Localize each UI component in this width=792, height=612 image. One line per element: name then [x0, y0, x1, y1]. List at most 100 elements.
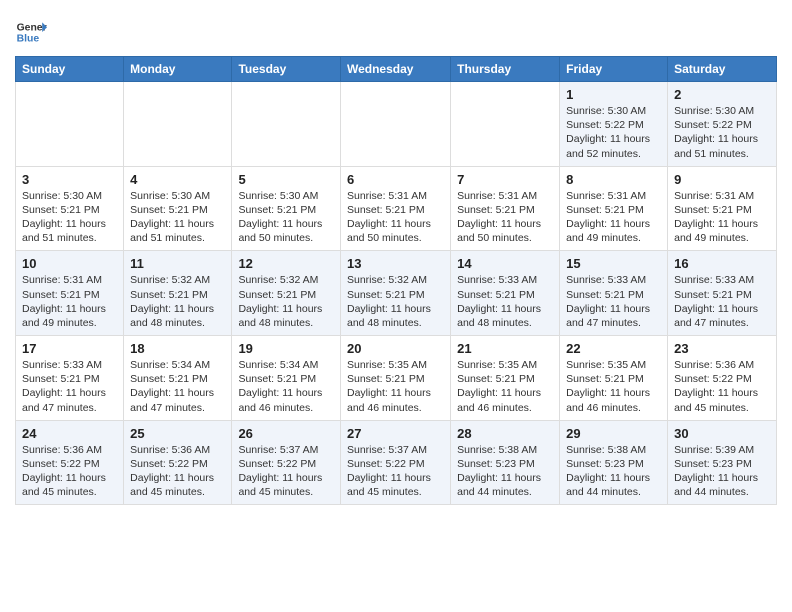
- calendar-cell: [16, 82, 124, 167]
- day-number: 6: [347, 172, 444, 187]
- calendar-cell: 4 Sunrise: 5:30 AM Sunset: 5:21 PM Daylig…: [124, 166, 232, 251]
- day-number: 29: [566, 426, 661, 441]
- day-number: 16: [674, 256, 770, 271]
- day-info: Sunrise: 5:32 AM Sunset: 5:21 PM Dayligh…: [130, 273, 225, 330]
- calendar-cell: 20 Sunrise: 5:35 AM Sunset: 5:21 PM Dayli…: [340, 336, 450, 421]
- day-number: 30: [674, 426, 770, 441]
- day-number: 13: [347, 256, 444, 271]
- calendar-cell: 18Sunrise: 5:34 AM Sunset: 5:21 PM Dayli…: [124, 336, 232, 421]
- day-number: 8: [566, 172, 661, 187]
- calendar-cell: 30 Sunrise: 5:39 AM Sunset: 5:23 PM Dayli…: [668, 420, 777, 505]
- day-info: Sunrise: 5:36 AM Sunset: 5:22 PM Dayligh…: [674, 358, 770, 415]
- day-info: Sunrise: 5:37 AM Sunset: 5:22 PM Dayligh…: [238, 443, 334, 500]
- col-header-thursday: Thursday: [451, 57, 560, 82]
- calendar-cell: 3 Sunrise: 5:30 AM Sunset: 5:21 PM Daylig…: [16, 166, 124, 251]
- day-info: Sunrise: 5:33 AM Sunset: 5:21 PM Dayligh…: [22, 358, 117, 415]
- calendar-cell: 21 Sunrise: 5:35 AM Sunset: 5:21 PM Dayli…: [451, 336, 560, 421]
- calendar-cell: 24 Sunrise: 5:36 AM Sunset: 5:22 PM Dayli…: [16, 420, 124, 505]
- calendar-cell: [451, 82, 560, 167]
- calendar-cell: 6Sunrise: 5:31 AM Sunset: 5:21 PM Daylig…: [340, 166, 450, 251]
- day-info: Sunrise: 5:38 AM Sunset: 5:23 PM Dayligh…: [566, 443, 661, 500]
- calendar-cell: 12 Sunrise: 5:32 AM Sunset: 5:21 PM Dayli…: [232, 251, 341, 336]
- calendar-cell: 7 Sunrise: 5:31 AM Sunset: 5:21 PM Daylig…: [451, 166, 560, 251]
- calendar-cell: 9 Sunrise: 5:31 AM Sunset: 5:21 PM Daylig…: [668, 166, 777, 251]
- calendar-cell: 1 Sunrise: 5:30 AM Sunset: 5:22 PM Daylig…: [560, 82, 668, 167]
- day-number: 19: [238, 341, 334, 356]
- day-number: 7: [457, 172, 553, 187]
- day-number: 21: [457, 341, 553, 356]
- day-number: 23: [674, 341, 770, 356]
- calendar-cell: 19 Sunrise: 5:34 AM Sunset: 5:21 PM Dayli…: [232, 336, 341, 421]
- day-number: 11: [130, 256, 225, 271]
- day-number: 12: [238, 256, 334, 271]
- week-row-4: 17 Sunrise: 5:33 AM Sunset: 5:21 PM Dayli…: [16, 336, 777, 421]
- day-number: 5: [238, 172, 334, 187]
- day-info: Sunrise: 5:31 AM Sunset: 5:21 PM Dayligh…: [457, 189, 553, 246]
- calendar-cell: 29 Sunrise: 5:38 AM Sunset: 5:23 PM Dayli…: [560, 420, 668, 505]
- calendar-cell: 28Sunrise: 5:38 AM Sunset: 5:23 PM Dayli…: [451, 420, 560, 505]
- day-number: 1: [566, 87, 661, 102]
- day-info: Sunrise: 5:30 AM Sunset: 5:21 PM Dayligh…: [130, 189, 225, 246]
- col-header-sunday: Sunday: [16, 57, 124, 82]
- week-row-2: 3 Sunrise: 5:30 AM Sunset: 5:21 PM Daylig…: [16, 166, 777, 251]
- day-number: 27: [347, 426, 444, 441]
- day-number: 28: [457, 426, 553, 441]
- day-number: 9: [674, 172, 770, 187]
- day-info: Sunrise: 5:30 AM Sunset: 5:21 PM Dayligh…: [22, 189, 117, 246]
- col-header-saturday: Saturday: [668, 57, 777, 82]
- calendar-cell: [340, 82, 450, 167]
- calendar-cell: 25 Sunrise: 5:36 AM Sunset: 5:22 PM Dayli…: [124, 420, 232, 505]
- day-info: Sunrise: 5:39 AM Sunset: 5:23 PM Dayligh…: [674, 443, 770, 500]
- calendar-cell: 16 Sunrise: 5:33 AM Sunset: 5:21 PM Dayli…: [668, 251, 777, 336]
- calendar-header-row: SundayMondayTuesdayWednesdayThursdayFrid…: [16, 57, 777, 82]
- calendar-cell: 27Sunrise: 5:37 AM Sunset: 5:22 PM Dayli…: [340, 420, 450, 505]
- day-number: 17: [22, 341, 117, 356]
- day-info: Sunrise: 5:30 AM Sunset: 5:21 PM Dayligh…: [238, 189, 334, 246]
- day-info: Sunrise: 5:33 AM Sunset: 5:21 PM Dayligh…: [566, 273, 661, 330]
- day-info: Sunrise: 5:35 AM Sunset: 5:21 PM Dayligh…: [457, 358, 553, 415]
- day-info: Sunrise: 5:33 AM Sunset: 5:21 PM Dayligh…: [457, 273, 553, 330]
- svg-text:Blue: Blue: [17, 34, 40, 45]
- day-info: Sunrise: 5:34 AM Sunset: 5:21 PM Dayligh…: [238, 358, 334, 415]
- day-number: 18: [130, 341, 225, 356]
- calendar-cell: 5 Sunrise: 5:30 AM Sunset: 5:21 PM Daylig…: [232, 166, 341, 251]
- day-info: Sunrise: 5:33 AM Sunset: 5:21 PM Dayligh…: [674, 273, 770, 330]
- calendar-cell: 2 Sunrise: 5:30 AM Sunset: 5:22 PM Daylig…: [668, 82, 777, 167]
- day-info: Sunrise: 5:36 AM Sunset: 5:22 PM Dayligh…: [22, 443, 117, 500]
- day-number: 15: [566, 256, 661, 271]
- day-info: Sunrise: 5:36 AM Sunset: 5:22 PM Dayligh…: [130, 443, 225, 500]
- day-info: Sunrise: 5:32 AM Sunset: 5:21 PM Dayligh…: [238, 273, 334, 330]
- day-number: 20: [347, 341, 444, 356]
- day-number: 24: [22, 426, 117, 441]
- col-header-friday: Friday: [560, 57, 668, 82]
- calendar-cell: 17 Sunrise: 5:33 AM Sunset: 5:21 PM Dayli…: [16, 336, 124, 421]
- calendar-cell: 13 Sunrise: 5:32 AM Sunset: 5:21 PM Dayli…: [340, 251, 450, 336]
- day-info: Sunrise: 5:31 AM Sunset: 5:21 PM Dayligh…: [566, 189, 661, 246]
- calendar-cell: 22 Sunrise: 5:35 AM Sunset: 5:21 PM Dayli…: [560, 336, 668, 421]
- week-row-3: 10 Sunrise: 5:31 AM Sunset: 5:21 PM Dayli…: [16, 251, 777, 336]
- day-info: Sunrise: 5:31 AM Sunset: 5:21 PM Dayligh…: [22, 273, 117, 330]
- calendar-table: SundayMondayTuesdayWednesdayThursdayFrid…: [15, 56, 777, 505]
- day-number: 2: [674, 87, 770, 102]
- day-number: 4: [130, 172, 225, 187]
- calendar-cell: 26 Sunrise: 5:37 AM Sunset: 5:22 PM Dayli…: [232, 420, 341, 505]
- week-row-1: 1 Sunrise: 5:30 AM Sunset: 5:22 PM Daylig…: [16, 82, 777, 167]
- day-info: Sunrise: 5:32 AM Sunset: 5:21 PM Dayligh…: [347, 273, 444, 330]
- day-number: 25: [130, 426, 225, 441]
- day-number: 10: [22, 256, 117, 271]
- calendar-cell: [124, 82, 232, 167]
- day-number: 22: [566, 341, 661, 356]
- day-info: Sunrise: 5:30 AM Sunset: 5:22 PM Dayligh…: [566, 104, 661, 161]
- day-number: 14: [457, 256, 553, 271]
- day-number: 3: [22, 172, 117, 187]
- day-info: Sunrise: 5:35 AM Sunset: 5:21 PM Dayligh…: [566, 358, 661, 415]
- day-number: 26: [238, 426, 334, 441]
- col-header-monday: Monday: [124, 57, 232, 82]
- calendar-cell: 11 Sunrise: 5:32 AM Sunset: 5:21 PM Dayli…: [124, 251, 232, 336]
- calendar-cell: 15 Sunrise: 5:33 AM Sunset: 5:21 PM Dayli…: [560, 251, 668, 336]
- col-header-wednesday: Wednesday: [340, 57, 450, 82]
- day-info: Sunrise: 5:31 AM Sunset: 5:21 PM Dayligh…: [674, 189, 770, 246]
- day-info: Sunrise: 5:30 AM Sunset: 5:22 PM Dayligh…: [674, 104, 770, 161]
- day-info: Sunrise: 5:35 AM Sunset: 5:21 PM Dayligh…: [347, 358, 444, 415]
- calendar-cell: 14 Sunrise: 5:33 AM Sunset: 5:21 PM Dayli…: [451, 251, 560, 336]
